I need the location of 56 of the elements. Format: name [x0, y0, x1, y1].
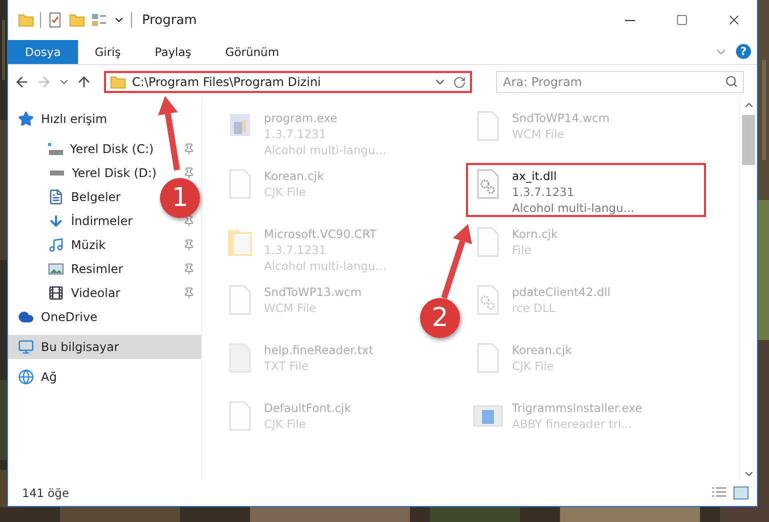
- sidebar-item[interactable]: OneDrive: [41, 310, 98, 324]
- maximize-icon: [676, 14, 688, 26]
- refresh-icon[interactable]: [453, 76, 466, 88]
- properties-icon: [91, 12, 107, 28]
- sidebar-item[interactable]: Hızlı erişim: [41, 112, 108, 126]
- item-count: 141 öğe: [22, 486, 70, 500]
- folder-icon: [69, 12, 85, 28]
- pin-icon[interactable]: [183, 263, 195, 275]
- help-icon[interactable]: ?: [736, 44, 751, 59]
- up-icon[interactable]: [76, 74, 92, 90]
- sidebar-item[interactable]: Videolar: [71, 286, 120, 300]
- ribbon-tab[interactable]: Dosya: [8, 40, 78, 64]
- sidebar-item[interactable]: Ağ: [41, 370, 57, 384]
- pin-icon[interactable]: [183, 239, 195, 251]
- address-path: C:\Program Files\Program Dizini: [132, 75, 322, 89]
- scrollbar-thumb[interactable]: [742, 115, 755, 165]
- sidebar-item[interactable]: Yerel Disk (D:): [72, 166, 157, 180]
- ribbon-tab[interactable]: Paylaş: [138, 40, 208, 64]
- pin-icon[interactable]: [183, 215, 195, 227]
- pin-icon[interactable]: [183, 143, 195, 155]
- checklist-icon: [47, 12, 63, 28]
- sidebar-item[interactable]: Müzik: [71, 238, 106, 252]
- sidebar-item[interactable]: Belgeler: [71, 190, 121, 204]
- address-bar[interactable]: C:\Program Files\Program Dizini: [104, 71, 472, 93]
- sidebar-item[interactable]: Bu bilgisayar: [8, 335, 201, 359]
- sidebar-item[interactable]: Yerel Disk (C:): [70, 142, 154, 156]
- search-field[interactable]: Ara: Program: [496, 71, 744, 93]
- ribbon-tab[interactable]: Görünüm: [208, 40, 296, 64]
- sidebar-item[interactable]: İndirmeler: [71, 214, 133, 228]
- download-icon: [48, 213, 64, 229]
- file-name[interactable]: ax_it.dll: [512, 168, 634, 184]
- back-icon[interactable]: [14, 74, 30, 90]
- sidebar-label: Bu bilgisayar: [41, 340, 119, 354]
- search-icon[interactable]: [725, 75, 738, 88]
- file-detail: Alcohol multi-langu...: [512, 200, 634, 216]
- drive-icon: [48, 143, 63, 155]
- pin-icon[interactable]: [183, 167, 195, 179]
- document-icon: [48, 189, 64, 205]
- folder-icon: [110, 74, 126, 90]
- ribbon-tab[interactable]: Giriş: [78, 40, 138, 64]
- film-icon: [48, 285, 64, 301]
- pictures-icon: [48, 261, 64, 277]
- star-icon: [18, 111, 34, 127]
- window-title: Program: [142, 12, 198, 28]
- scrollbar[interactable]: [739, 99, 757, 480]
- file-item[interactable]: ax_it.dll 1.3.7.1231 Alcohol multi-langu...: [466, 163, 706, 217]
- music-note-icon: [48, 237, 64, 253]
- large-icons-view-icon: [733, 485, 749, 501]
- sidebar-item[interactable]: Resimler: [71, 262, 124, 276]
- folder-icon: [18, 12, 34, 28]
- computer-icon: [18, 339, 34, 355]
- file-detail: 1.3.7.1231: [512, 184, 576, 200]
- network-icon: [18, 369, 34, 385]
- drive-icon: [49, 170, 65, 176]
- cloud-icon: [18, 309, 34, 325]
- pin-icon[interactable]: [183, 287, 195, 299]
